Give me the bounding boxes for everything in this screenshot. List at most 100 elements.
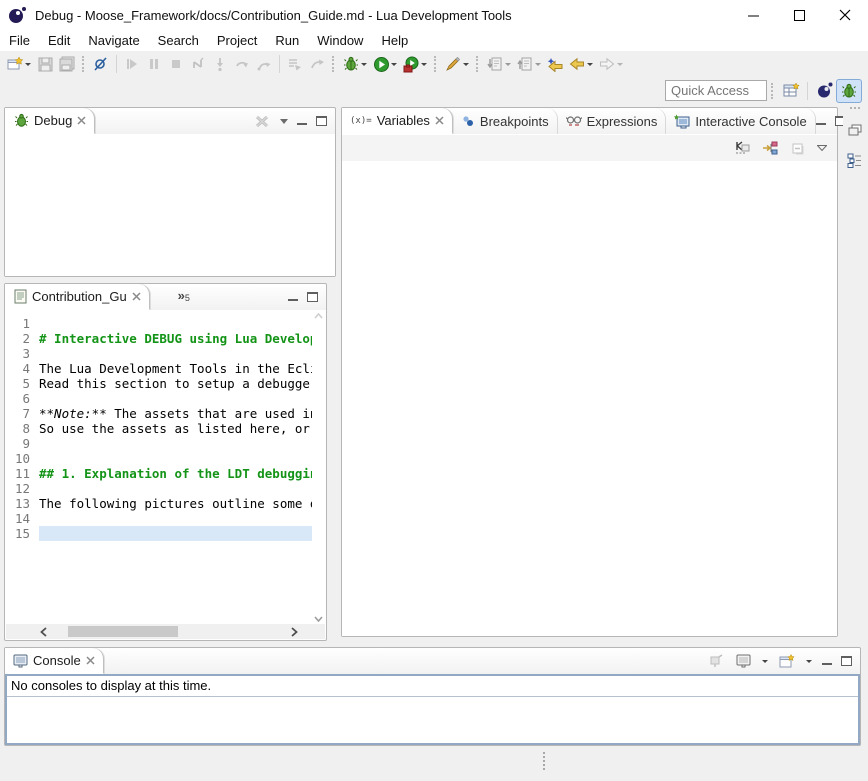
step-into-button[interactable]: [209, 53, 231, 75]
toolbar-grip: [82, 56, 86, 72]
display-console-dropdown[interactable]: [762, 659, 769, 664]
tab-debug[interactable]: Debug: [5, 108, 95, 134]
scroll-right-icon[interactable]: [291, 627, 309, 637]
editor-horizontal-scrollbar[interactable]: [6, 624, 325, 639]
forward-button[interactable]: [596, 53, 626, 75]
forward-dropdown[interactable]: [617, 62, 624, 67]
menu-help[interactable]: Help: [372, 31, 417, 50]
step-over-button[interactable]: [231, 53, 253, 75]
last-edit-location-button[interactable]: [544, 53, 566, 75]
open-console-dropdown[interactable]: [806, 659, 813, 664]
tab-contribution-guide[interactable]: Contribution_Gu: [5, 284, 150, 310]
step-return-button[interactable]: [253, 53, 275, 75]
editor-line: 9: [5, 436, 312, 451]
open-console-icon[interactable]: [778, 652, 796, 670]
remove-all-terminated-icon[interactable]: [253, 112, 271, 130]
tab-close-icon[interactable]: [132, 292, 141, 301]
minimize-view-icon[interactable]: [822, 657, 832, 665]
minimize-view-icon[interactable]: [816, 117, 826, 125]
menu-search[interactable]: Search: [149, 31, 208, 50]
open-task-button[interactable]: [442, 53, 472, 75]
chevron-double-icon: »: [178, 288, 185, 303]
debug-perspective-button[interactable]: [836, 79, 862, 103]
toolbar-grip: [434, 56, 438, 72]
run-button[interactable]: [370, 53, 400, 75]
menu-edit[interactable]: Edit: [39, 31, 79, 50]
menu-navigate[interactable]: Navigate: [79, 31, 148, 50]
open-task-dropdown[interactable]: [463, 62, 470, 67]
minimize-view-icon[interactable]: [297, 117, 307, 125]
hidden-editors-chevron[interactable]: »5: [178, 284, 190, 310]
window-minimize-button[interactable]: [730, 0, 776, 30]
window-maximize-button[interactable]: [776, 0, 822, 30]
display-selected-console-icon[interactable]: [734, 652, 752, 670]
tab-close-icon[interactable]: [86, 656, 95, 665]
suspend-button[interactable]: [143, 53, 165, 75]
breakpoints-icon: [461, 112, 475, 130]
show-constants-icon[interactable]: [733, 139, 751, 157]
maximize-view-icon[interactable]: [307, 292, 318, 302]
tab-close-icon[interactable]: [435, 116, 444, 125]
view-menu-icon[interactable]: [280, 119, 288, 124]
statusbar-drag-handle[interactable]: [543, 752, 547, 770]
quick-access-input[interactable]: [665, 80, 767, 101]
skip-all-breakpoints-button[interactable]: [90, 53, 112, 75]
external-tools-button[interactable]: [400, 53, 430, 75]
next-annotation-dropdown[interactable]: [505, 62, 512, 67]
debug-view-header: Debug: [5, 108, 335, 134]
use-step-filters-button[interactable]: [284, 53, 306, 75]
new-wizard-dropdown[interactable]: [25, 62, 32, 67]
debug-dropdown[interactable]: [361, 62, 368, 67]
pin-console-icon[interactable]: [707, 652, 725, 670]
editor-line: 11## 1. Explanation of the LDT debuggin: [5, 466, 312, 481]
tab-interactive-console[interactable]: Interactive Console: [666, 108, 815, 134]
maximize-view-icon[interactable]: [841, 656, 852, 666]
editor-vertical-scrollbar[interactable]: [312, 311, 325, 624]
back-button[interactable]: [566, 53, 596, 75]
maximize-view-icon[interactable]: [316, 116, 327, 126]
next-annotation-icon: [486, 55, 504, 73]
external-tools-dropdown[interactable]: [421, 62, 428, 67]
trim-drag-handle[interactable]: [850, 107, 860, 109]
minimize-view-icon[interactable]: [288, 293, 298, 301]
debug-view-panel: Debug: [4, 107, 336, 277]
tab-breakpoints[interactable]: Breakpoints: [453, 108, 558, 134]
menu-run[interactable]: Run: [266, 31, 308, 50]
menu-window[interactable]: Window: [308, 31, 372, 50]
save-all-button[interactable]: [56, 53, 78, 75]
menu-file[interactable]: File: [0, 31, 39, 50]
scroll-left-icon[interactable]: [40, 627, 58, 637]
next-annotation-button[interactable]: [484, 53, 514, 75]
tab-breakpoints-label: Breakpoints: [480, 114, 549, 129]
collapse-all-icon[interactable]: [789, 139, 807, 157]
back-dropdown[interactable]: [587, 62, 594, 67]
open-perspective-button[interactable]: [779, 79, 803, 103]
scrollbar-thumb[interactable]: [68, 626, 178, 637]
editor-text-area[interactable]: 1 2# Interactive DEBUG using Lua Develop…: [5, 311, 312, 624]
window-close-button[interactable]: [822, 0, 868, 30]
previous-annotation-button[interactable]: [514, 53, 544, 75]
save-button[interactable]: [34, 53, 56, 75]
tab-expressions[interactable]: Expressions: [558, 108, 667, 134]
disconnect-button[interactable]: [187, 53, 209, 75]
run-dropdown[interactable]: [391, 62, 398, 67]
outline-view-icon[interactable]: [846, 151, 864, 169]
drop-to-frame-button[interactable]: [306, 53, 328, 75]
new-wizard-button[interactable]: [4, 53, 34, 75]
close-icon: [839, 9, 851, 21]
previous-annotation-dropdown[interactable]: [535, 62, 542, 67]
forward-arrow-icon: [598, 55, 616, 73]
tab-console[interactable]: Console: [5, 648, 104, 674]
resume-button[interactable]: [121, 53, 143, 75]
perspective-toolbar: [0, 77, 868, 104]
debug-button[interactable]: [340, 53, 370, 75]
tab-variables[interactable]: (x)= Variables: [342, 108, 453, 134]
terminate-button[interactable]: [165, 53, 187, 75]
show-logical-structure-icon[interactable]: [761, 139, 779, 157]
menu-project[interactable]: Project: [208, 31, 266, 50]
lua-perspective-button[interactable]: [812, 79, 836, 103]
view-menu-icon[interactable]: [817, 145, 827, 151]
restore-views-icon[interactable]: [846, 121, 864, 139]
tab-close-icon[interactable]: [77, 116, 86, 125]
open-perspective-icon: [782, 82, 800, 100]
